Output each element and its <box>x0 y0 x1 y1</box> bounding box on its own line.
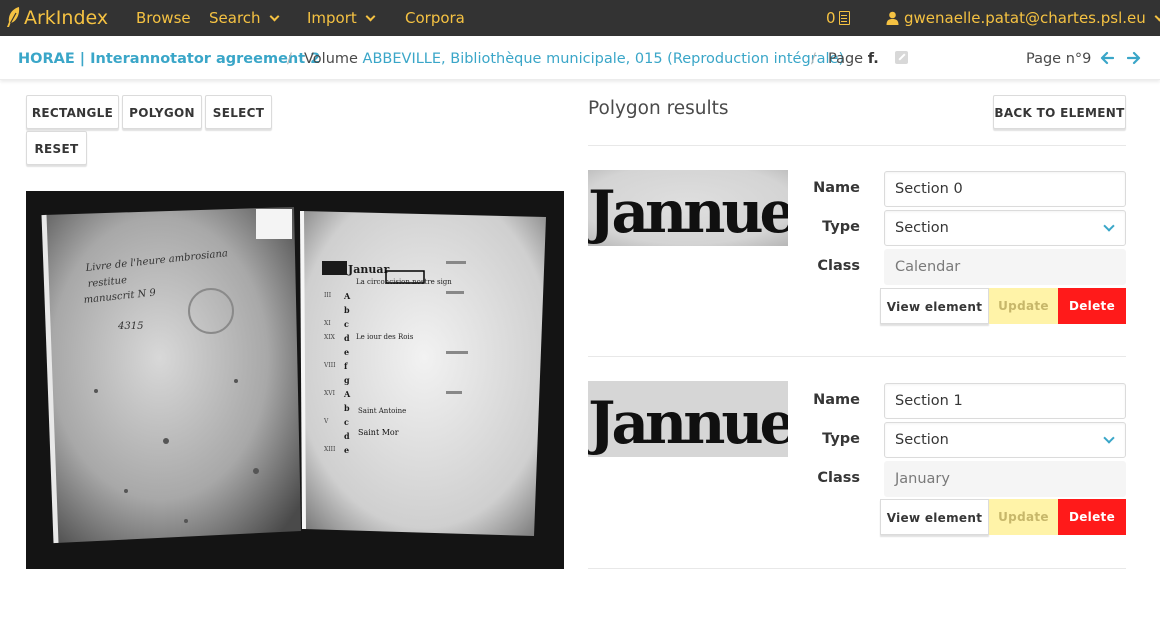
page-navigation: Page n°9 <box>1026 36 1141 80</box>
page-prefix: Page <box>828 51 864 67</box>
name-field[interactable]: Section 1 <box>884 383 1126 419</box>
breadcrumb-separator: / <box>811 51 816 67</box>
breadcrumb: HORAE | Interannotator agreement 2 / Vol… <box>0 36 1160 80</box>
feather-icon <box>7 7 20 27</box>
basket-link[interactable]: 0 <box>826 0 850 36</box>
type-select[interactable]: Section <box>884 210 1126 246</box>
polygon-button[interactable]: Polygon <box>122 95 202 129</box>
delete-button[interactable]: Delete <box>1058 288 1126 324</box>
svg-text:Januar: Januar <box>347 263 389 276</box>
delete-button[interactable]: Delete <box>1058 499 1126 535</box>
svg-text:A: A <box>343 389 351 399</box>
svg-text:b: b <box>344 305 350 315</box>
chevron-down-icon <box>365 11 376 22</box>
svg-text:III: III <box>324 292 332 299</box>
class-label: Class <box>817 258 860 274</box>
update-button[interactable]: Update <box>989 288 1058 324</box>
polygon-results-title: Polygon results <box>588 98 729 119</box>
breadcrumb-corpus[interactable]: HORAE | Interannotator agreement 2 <box>18 36 320 80</box>
nav-import-label: Import <box>307 9 357 27</box>
svg-text:d: d <box>344 431 350 441</box>
volume-prefix: Volume <box>304 51 358 67</box>
page-number: Page n°9 <box>1026 51 1092 67</box>
svg-text:b: b <box>344 403 350 413</box>
breadcrumb-volume: Volume ABBEVILLE, Bibliothèque municipal… <box>304 36 844 80</box>
nav-browse[interactable]: Browse <box>136 0 191 36</box>
svg-text:XVI: XVI <box>324 390 336 397</box>
class-field: January <box>884 461 1126 497</box>
select-button[interactable]: Select <box>205 95 272 129</box>
basket-count: 0 <box>826 9 836 27</box>
divider <box>588 356 1126 357</box>
svg-text:g: g <box>344 375 350 385</box>
nav-search-label: Search <box>209 9 261 27</box>
user-icon <box>886 11 899 25</box>
svg-text:f: f <box>344 361 348 371</box>
update-button[interactable]: Update <box>989 499 1058 535</box>
divider <box>588 568 1126 569</box>
type-select-value: Section <box>895 432 949 448</box>
back-to-element-button[interactable]: Back to element <box>993 95 1126 129</box>
nav-corpora[interactable]: Corpora <box>405 0 465 36</box>
svg-text:Le iour des Rois: Le iour des Rois <box>356 333 414 341</box>
chevron-down-icon <box>1154 11 1160 22</box>
svg-text:d: d <box>344 333 350 343</box>
manuscript-image: Livre de l'heure ambrosiana restitue man… <box>26 191 564 569</box>
class-field: Calendar <box>884 249 1126 285</box>
page-name: f. <box>867 51 879 67</box>
view-element-button[interactable]: View element <box>880 499 989 535</box>
svg-text:A: A <box>343 291 351 301</box>
svg-text:XIII: XIII <box>324 446 336 453</box>
manuscript-image-viewer[interactable]: Livre de l'heure ambrosiana restitue man… <box>26 191 564 569</box>
svg-text:Jannuer: Jannuer <box>588 389 788 457</box>
chevron-down-icon <box>1103 220 1115 232</box>
document-icon <box>838 11 850 25</box>
result-thumbnail: Jannuer <box>588 381 788 457</box>
top-navbar: ArkIndex Browse Search Import Corpora 0 … <box>0 0 1160 36</box>
breadcrumb-separator: / <box>287 51 292 67</box>
result-thumbnail-image: Jannuer <box>588 381 788 457</box>
user-email: gwenaelle.patat@chartes.psl.eu <box>904 9 1146 27</box>
chevron-down-icon <box>1103 432 1115 444</box>
svg-text:e: e <box>344 347 349 357</box>
svg-text:Saint Antoine: Saint Antoine <box>358 407 406 415</box>
corpus-link[interactable]: HORAE | Interannotator agreement 2 <box>18 51 320 67</box>
name-label: Name <box>813 392 860 408</box>
user-menu[interactable]: gwenaelle.patat@chartes.psl.eu <box>886 0 1160 36</box>
result-thumbnail: Jannuer <box>588 170 788 246</box>
type-label: Type <box>822 219 860 235</box>
breadcrumb-page: Page f. <box>828 36 909 80</box>
brand-name: ArkIndex <box>24 7 109 29</box>
svg-text:XI: XI <box>324 320 331 327</box>
svg-text:La circoncision nostre sign: La circoncision nostre sign <box>356 278 452 286</box>
svg-text:4315: 4315 <box>117 321 143 332</box>
type-select-value: Section <box>895 220 949 236</box>
reset-button[interactable]: Reset <box>26 131 87 165</box>
arrow-right-icon[interactable] <box>1126 51 1141 65</box>
nav-search[interactable]: Search <box>209 0 279 36</box>
result-thumbnail-image: Jannuer <box>588 170 788 246</box>
svg-text:V: V <box>323 418 329 425</box>
divider <box>588 145 1126 146</box>
name-label: Name <box>813 180 860 196</box>
nav-import[interactable]: Import <box>307 0 376 36</box>
volume-link[interactable]: ABBEVILLE, Bibliothèque municipale, 015 … <box>363 51 845 67</box>
chevron-down-icon <box>269 11 279 22</box>
type-label: Type <box>822 431 860 447</box>
svg-text:Jannuer: Jannuer <box>588 178 788 246</box>
svg-text:c: c <box>344 417 349 427</box>
name-field[interactable]: Section 0 <box>884 171 1126 207</box>
arrow-left-icon[interactable] <box>1100 51 1114 65</box>
svg-text:Saint Mor: Saint Mor <box>358 428 399 437</box>
brand-logo[interactable]: ArkIndex <box>4 0 108 36</box>
class-label: Class <box>817 470 860 486</box>
edit-icon[interactable] <box>895 51 909 64</box>
svg-text:XIX: XIX <box>324 334 336 341</box>
svg-text:e: e <box>344 445 349 455</box>
view-element-button[interactable]: View element <box>880 288 989 324</box>
rectangle-button[interactable]: Rectangle <box>26 95 119 129</box>
type-select[interactable]: Section <box>884 422 1126 458</box>
svg-text:VIII: VIII <box>323 362 336 369</box>
svg-text:c: c <box>344 319 349 329</box>
